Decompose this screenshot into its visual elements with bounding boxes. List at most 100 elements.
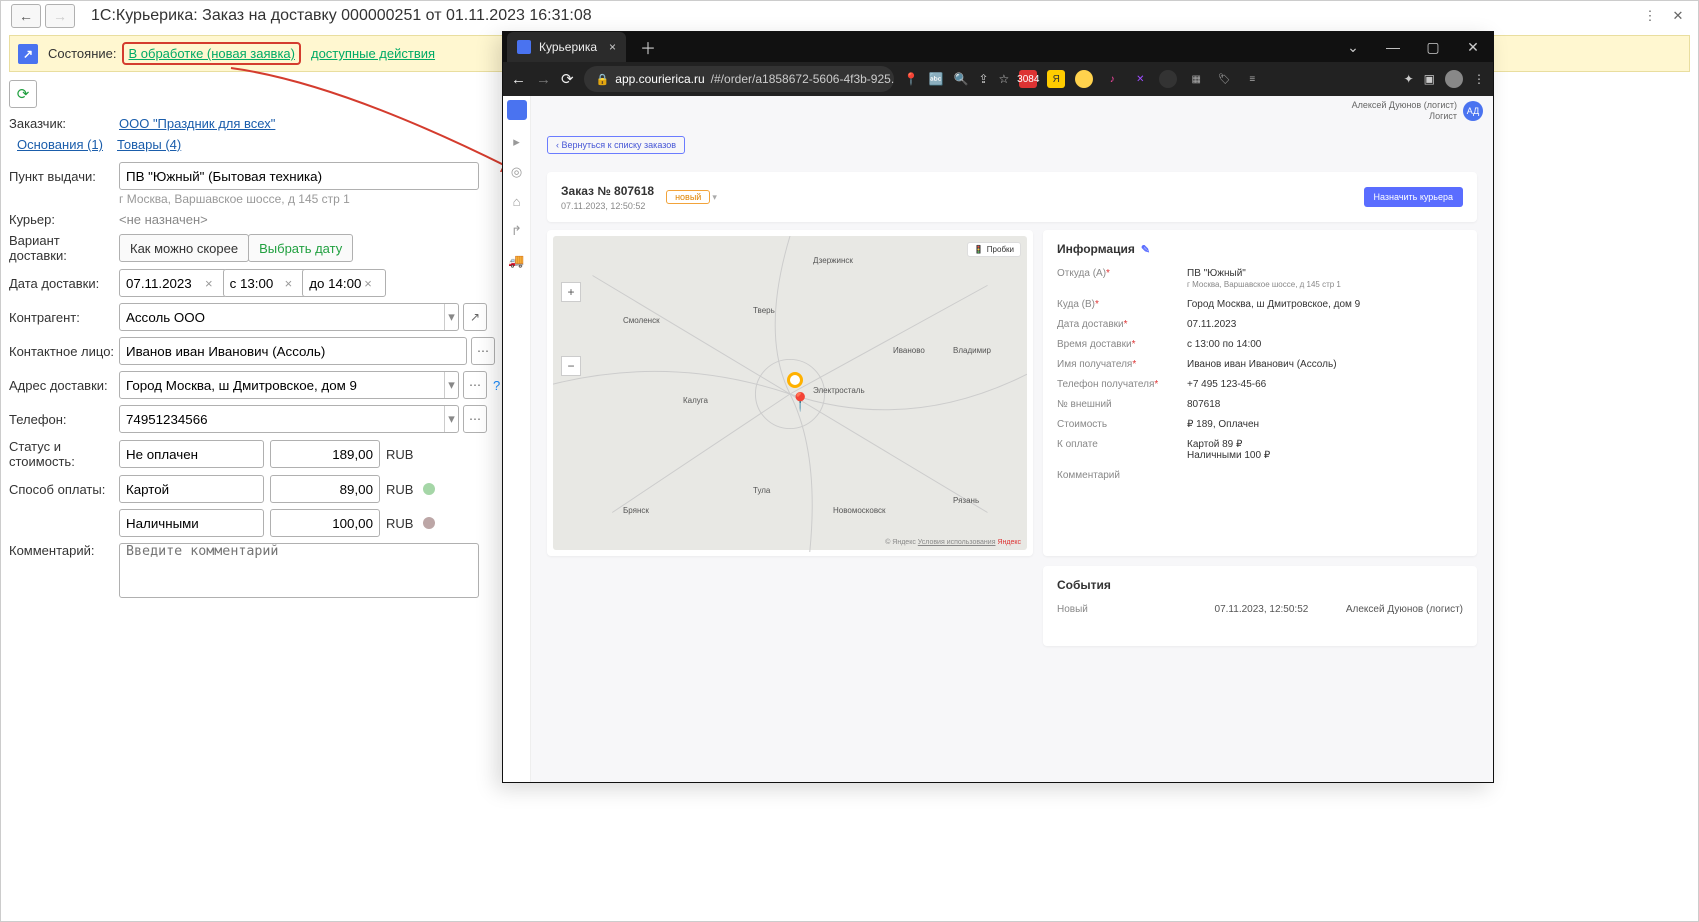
assign-courier-button[interactable]: Назначить курьера [1364, 187, 1463, 207]
contact-input[interactable] [120, 344, 466, 359]
menu-icon[interactable]: ⋮ [1640, 6, 1660, 26]
event-status: Новый [1057, 604, 1177, 615]
phone-dropdown-icon[interactable]: ▾ [444, 406, 458, 432]
info-from-value: ПВ "Южный" [1187, 268, 1246, 279]
close-icon[interactable]: ✕ [1668, 6, 1688, 26]
map-city-label: Владимир [953, 346, 991, 355]
counterparty-dropdown-icon[interactable]: ▾ [444, 304, 458, 330]
map-zoom-in[interactable]: + [561, 282, 581, 302]
ext-music-icon[interactable]: ♪ [1103, 70, 1121, 88]
contact-more-icon[interactable]: ⋯ [471, 337, 495, 365]
ext-x-icon[interactable]: ✕ [1131, 70, 1149, 88]
lock-icon: 🔒 [596, 73, 610, 86]
address-dropdown-icon[interactable]: ▾ [444, 372, 458, 398]
pm-card-input[interactable] [119, 475, 264, 503]
time-from-input[interactable] [223, 269, 307, 297]
ext-puzzle-icon[interactable]: ✦ [1404, 72, 1414, 86]
info-pay-card: Картой 89 ₽ [1187, 439, 1242, 450]
map-canvas[interactable]: Дзержинск Тверь Смоленск Иваново Калуга … [553, 236, 1027, 550]
ext-bars-icon[interactable]: ≡ [1243, 70, 1261, 88]
clear-to-icon[interactable]: × [364, 276, 372, 291]
browser-tab[interactable]: Курьерика × [507, 32, 626, 62]
browser-addressbar: ← → ⟳ 🔒 app.courierica.ru/#/order/a18586… [503, 62, 1493, 96]
map-city-label: Электросталь [813, 386, 865, 395]
ext-red-icon[interactable]: 3084 [1019, 70, 1037, 88]
available-actions-link[interactable]: доступные действия [311, 46, 435, 61]
comment-textarea[interactable] [119, 543, 479, 598]
browser-back-icon[interactable]: ← [511, 71, 526, 88]
ext-panel-icon[interactable]: ▣ [1424, 72, 1435, 86]
nav-fwd-btn[interactable]: → [45, 4, 75, 28]
ext-share-icon[interactable]: ⇪ [978, 72, 988, 86]
tab-goods[interactable]: Товары (4) [117, 137, 181, 152]
maximize-icon[interactable]: ▢ [1413, 39, 1453, 56]
order-status-dropdown-icon[interactable]: ▾ [712, 192, 717, 203]
ext-zoom-icon[interactable]: 🔍 [953, 72, 968, 86]
total-input[interactable] [270, 440, 380, 468]
profile-avatar-icon[interactable] [1445, 70, 1463, 88]
state-link[interactable]: В обработке (новая заявка) [128, 46, 295, 61]
address-more-icon[interactable]: ⋯ [463, 371, 487, 399]
pm-card-sum[interactable] [270, 475, 380, 503]
customer-link[interactable]: ООО "Праздник для всех" [119, 116, 275, 131]
back-to-list-button[interactable]: ‹ Вернуться к списку заказов [547, 136, 685, 154]
nav-back-btn[interactable]: ← [11, 4, 41, 28]
new-tab-icon[interactable]: ＋ [640, 35, 656, 59]
pm-cash-input[interactable] [119, 509, 264, 537]
map-copyright: © Яндекс Условия использования Яндекс [885, 539, 1021, 546]
web-user-block[interactable]: Алексей Дуюнов (логист) Логист АД [1352, 100, 1483, 122]
close-window-icon[interactable]: ✕ [1453, 39, 1493, 56]
map-city-label: Тула [753, 486, 770, 495]
address-input[interactable] [120, 378, 444, 393]
address-help-icon[interactable]: ? [493, 378, 500, 393]
refresh-button[interactable]: ⟳ [9, 80, 37, 108]
counterparty-open-icon[interactable]: ↗ [463, 303, 487, 331]
tab-bases[interactable]: Основания (1) [17, 137, 103, 152]
map-zoom-out[interactable]: − [561, 356, 581, 376]
ext-translate-icon[interactable]: 🔤 [929, 72, 944, 86]
currency-label-2: RUB [386, 482, 413, 497]
info-edit-icon[interactable]: ✎ [1141, 244, 1150, 256]
phone-label: Телефон: [9, 412, 119, 427]
sidebar-location-icon[interactable]: ◎ [511, 164, 522, 180]
select-date-button[interactable]: Выбрать дату [248, 234, 353, 262]
map-traffic-button[interactable]: 🚦 Пробки [967, 242, 1021, 257]
order-status-badge: новый [666, 190, 710, 204]
url-path: /#/order/a1858672-5606-4f3b-925... [711, 72, 894, 86]
ext-yellow-icon[interactable] [1075, 70, 1093, 88]
sidebar-home-icon[interactable]: ⌂ [513, 194, 521, 209]
browser-reload-icon[interactable]: ⟳ [561, 70, 574, 88]
minimize-icon[interactable]: — [1373, 39, 1413, 55]
map-dest-marker: 📍 [789, 392, 805, 408]
info-to-value: Город Москва, ш Дмитровское, дом 9 [1187, 299, 1463, 310]
ext-dark-icon[interactable] [1159, 70, 1177, 88]
pickup-input[interactable] [119, 162, 479, 190]
phone-more-icon[interactable]: ⋯ [463, 405, 487, 433]
counterparty-input[interactable] [120, 310, 444, 325]
ext-star-icon[interactable]: ☆ [999, 72, 1010, 86]
info-comment-label: Комментарий [1057, 470, 1187, 481]
tab-title: Курьерика [539, 40, 597, 54]
ext-grid-icon[interactable]: ▦ [1187, 70, 1205, 88]
ext-pin-icon[interactable]: 📍 [904, 72, 919, 86]
ext-tag-icon[interactable]: 🏷 [1215, 70, 1233, 88]
paystatus-input[interactable] [119, 440, 264, 468]
browser-menu-icon[interactable]: ⋮ [1473, 72, 1485, 86]
sidebar-truck-icon[interactable]: 🚚 [508, 253, 524, 269]
clear-date-icon[interactable]: × [205, 276, 213, 291]
info-ext-label: № внешний [1057, 399, 1187, 410]
sidebar-route-icon[interactable]: ↱ [511, 223, 522, 239]
asap-button[interactable]: Как можно скорее [119, 234, 249, 262]
pm-cash-sum[interactable] [270, 509, 380, 537]
courier-label: Курьер: [9, 212, 119, 227]
tabs-chevron-icon[interactable]: ⌄ [1333, 39, 1373, 56]
browser-fwd-icon[interactable]: → [536, 71, 551, 88]
phone-input[interactable] [120, 412, 444, 427]
url-bar[interactable]: 🔒 app.courierica.ru/#/order/a1858672-560… [584, 66, 894, 92]
info-time-value: с 13:00 по 14:00 [1187, 339, 1463, 350]
time-to-input[interactable] [302, 269, 386, 297]
ext-yandex-icon[interactable]: Я [1047, 70, 1065, 88]
sidebar-collapse-icon[interactable]: ▸ [513, 134, 520, 150]
clear-from-icon[interactable]: × [285, 276, 293, 291]
tab-close-icon[interactable]: × [609, 40, 616, 54]
